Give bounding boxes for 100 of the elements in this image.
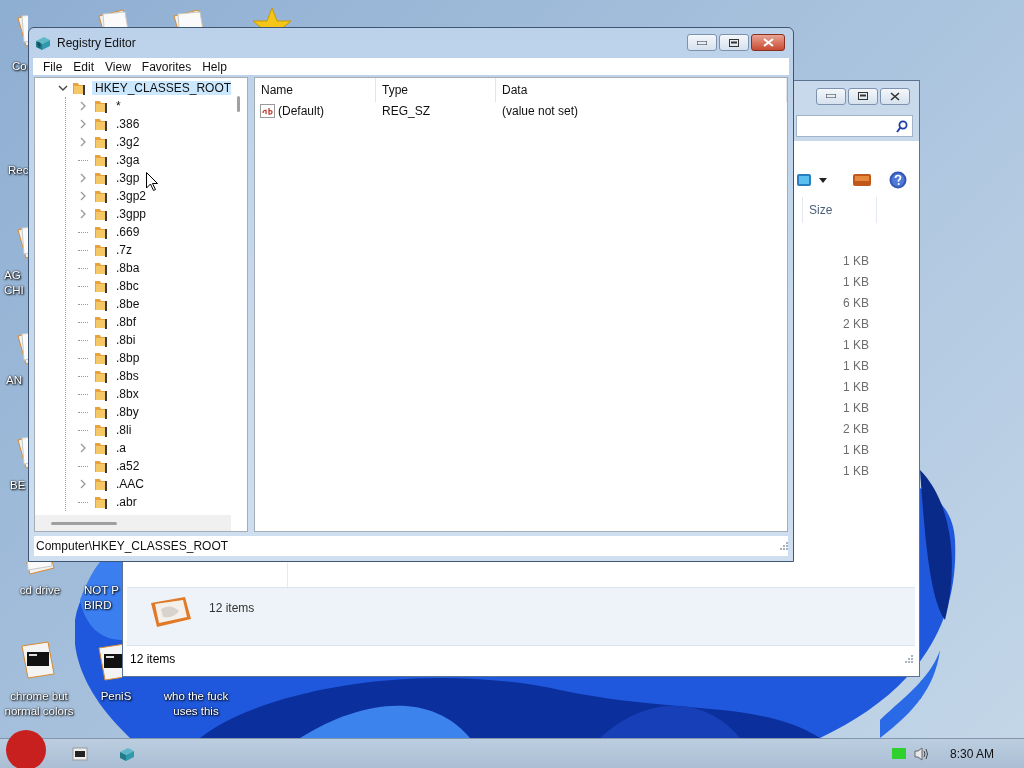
value-data: (value not set) [501, 104, 580, 118]
folder-icon [72, 80, 88, 96]
scrollbar-thumb[interactable] [237, 96, 240, 112]
folder-icon [94, 332, 110, 348]
icon-label[interactable]: who the fuck uses this [150, 689, 242, 719]
clock[interactable]: 8:30 AM [949, 746, 994, 761]
drive-icon [149, 595, 193, 629]
menu-item[interactable]: Help [198, 59, 234, 74]
size-cell-text: 1 KB [842, 400, 870, 417]
window-title: Registry Editor [57, 36, 137, 50]
tree-item[interactable]: .8bp [116, 351, 140, 365]
folder-icon [94, 422, 110, 438]
folder-icon [94, 98, 110, 114]
folder-icon [94, 224, 110, 240]
column-header[interactable]: Size [802, 197, 877, 223]
maximize-icon [858, 92, 868, 100]
tree-item[interactable]: .8bc [116, 279, 139, 293]
terminal-icon[interactable] [72, 746, 88, 761]
tree-item[interactable]: .a [116, 441, 126, 455]
tree-item[interactable]: .386 [116, 117, 140, 131]
close-icon [890, 91, 900, 101]
menu-item[interactable]: File [39, 59, 70, 74]
tree-item[interactable]: .3ga [116, 153, 140, 167]
column-header[interactable]: Data [496, 78, 787, 102]
folder-icon [94, 242, 110, 258]
minimize-icon [826, 94, 836, 98]
resize-grip-icon[interactable] [780, 542, 788, 550]
tree-item[interactable]: .3gp2 [116, 189, 147, 203]
speaker-icon[interactable] [913, 746, 930, 761]
folder-icon [94, 134, 110, 150]
folder-icon [94, 494, 110, 510]
terminal-icon[interactable] [18, 640, 58, 680]
tree-item[interactable]: .8ba [116, 261, 140, 275]
help-icon[interactable] [889, 171, 907, 189]
folder-icon [94, 188, 110, 204]
menu-item[interactable]: Edit [69, 59, 102, 74]
folder-icon [94, 152, 110, 168]
size-cell-text: 1 KB [842, 274, 870, 291]
folder-icon [94, 116, 110, 132]
close-button[interactable] [880, 87, 910, 105]
size-cell-text: 1 KB [842, 358, 870, 375]
search-field[interactable] [796, 115, 913, 137]
size-cell-text: 2 KB [842, 421, 870, 438]
size-cell-text: 1 KB [842, 442, 870, 459]
folder-icon [94, 350, 110, 366]
folder-icon [94, 314, 110, 330]
size-cell-text: 1 KB [842, 253, 870, 270]
panel-icon[interactable] [853, 174, 871, 186]
tree-item[interactable]: .7z [116, 243, 132, 257]
tree-item[interactable]: .AAC [116, 477, 144, 491]
folder-icon [94, 260, 110, 276]
value-name[interactable]: (Default) [278, 104, 324, 118]
maximize-button[interactable] [848, 87, 878, 105]
value-type: REG_SZ [381, 104, 431, 118]
search-icon [896, 119, 908, 133]
tree-item[interactable]: .8be [116, 297, 140, 311]
folder-icon [94, 278, 110, 294]
tree-item[interactable]: .669 [116, 225, 140, 239]
star-icon[interactable] [250, 6, 294, 27]
folder-icon [94, 170, 110, 186]
tree-item[interactable]: * [116, 99, 121, 113]
tree-item[interactable]: .8by [116, 405, 139, 419]
caret-icon[interactable] [819, 177, 827, 183]
folder-icon [94, 476, 110, 492]
size-cell-text: 6 KB [842, 295, 870, 312]
menu-item[interactable]: View [101, 59, 138, 74]
size-cell-text: 1 KB [842, 337, 870, 354]
resize-grip-icon[interactable] [905, 655, 913, 663]
tree-item[interactable]: .3gpp [116, 207, 147, 221]
column-header[interactable]: Type [376, 78, 496, 102]
close-button[interactable] [751, 34, 785, 51]
tree-item[interactable]: .3g2 [116, 135, 140, 149]
tree-item[interactable]: .abr [116, 495, 137, 509]
folder-icon [94, 440, 110, 456]
cursor-icon [146, 172, 158, 191]
registry-icon[interactable] [34, 35, 52, 51]
tree-item[interactable]: .8bx [116, 387, 139, 401]
registry-icon[interactable] [118, 745, 136, 762]
tree-item[interactable]: .a52 [116, 459, 140, 473]
status-text: 12 items [130, 652, 176, 666]
monitor-icon[interactable] [797, 174, 811, 186]
menu-item[interactable]: Favorites [137, 59, 199, 74]
minimize-icon [697, 40, 707, 45]
folder-icon [94, 206, 110, 222]
maximize-button[interactable] [719, 34, 749, 51]
maximize-icon [729, 38, 739, 47]
close-icon [762, 38, 774, 47]
folder-icon [94, 386, 110, 402]
tree-item[interactable]: .8li [116, 423, 132, 437]
folder-icon [94, 368, 110, 384]
tree-item[interactable]: .8bs [116, 369, 139, 383]
scrollbar-thumb[interactable] [51, 522, 117, 525]
size-cell-text: 1 KB [842, 463, 870, 480]
details-text: 12 items [209, 601, 255, 615]
size-cell-text: 2 KB [842, 316, 870, 333]
tree-item[interactable]: .8bi [116, 333, 136, 347]
tree-item[interactable]: .3gp [116, 171, 140, 185]
column-header[interactable]: Name [255, 78, 376, 102]
folder-icon [94, 404, 110, 420]
tree-item[interactable]: .8bf [116, 315, 136, 329]
